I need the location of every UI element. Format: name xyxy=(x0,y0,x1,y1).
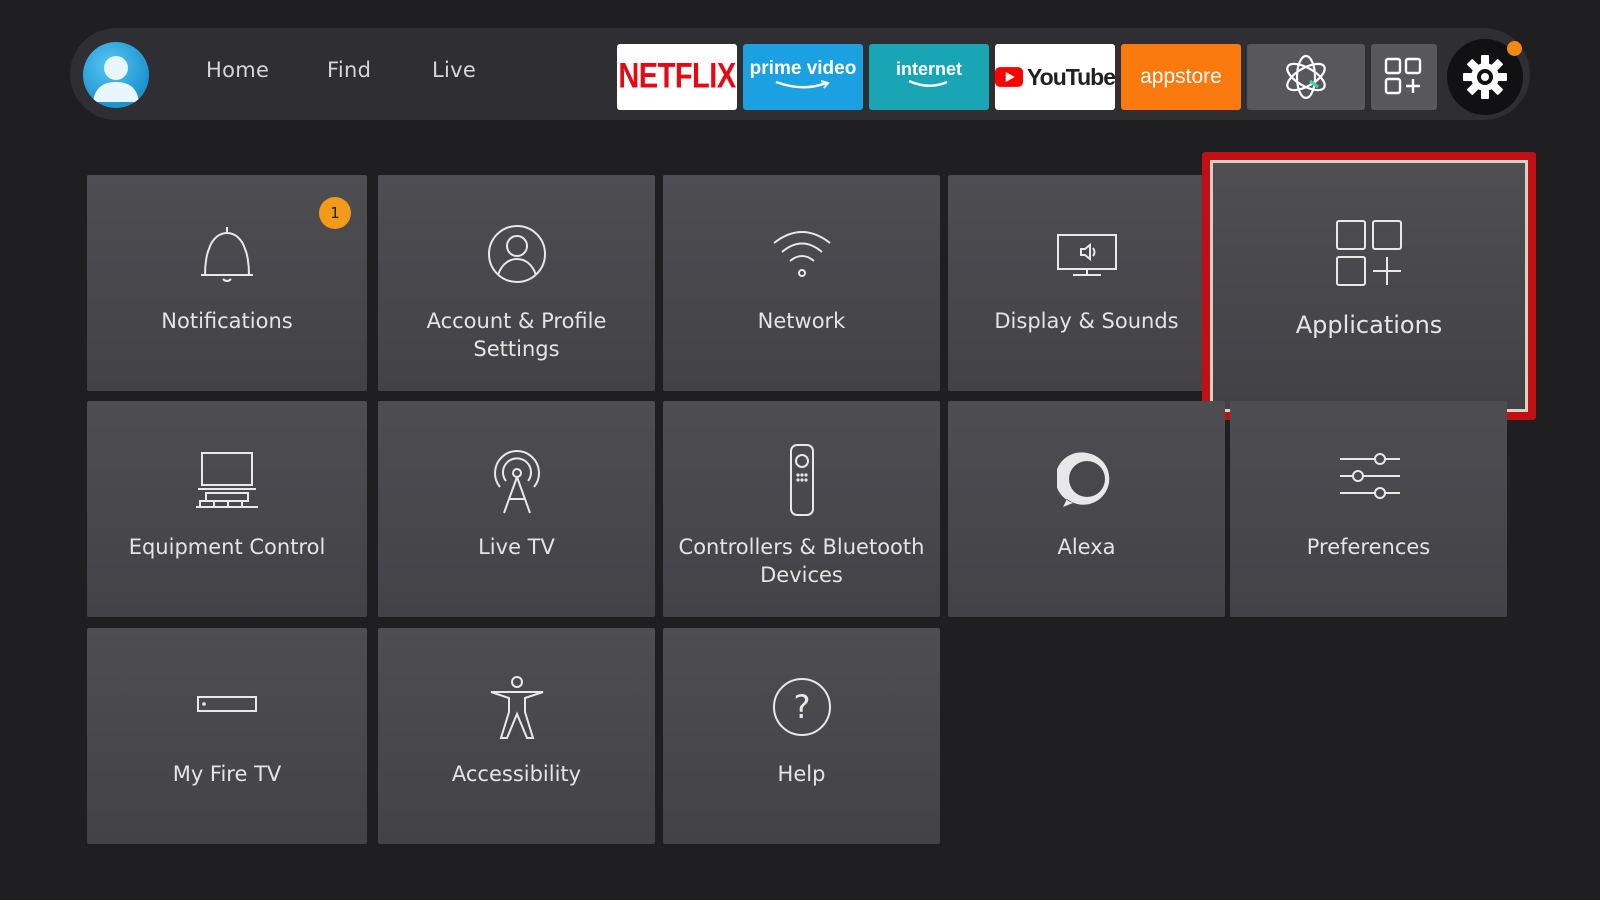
broadcast-antenna-icon xyxy=(493,450,540,514)
user-profile-icon xyxy=(487,225,546,283)
svg-text:?: ? xyxy=(793,688,810,726)
alexa-ring-icon xyxy=(1056,452,1109,507)
apps-grid-icon xyxy=(1384,57,1422,95)
youtube-logo-text: YouTube xyxy=(1027,63,1115,90)
tile-live-tv[interactable]: Live TV xyxy=(378,401,655,617)
tile-alexa[interactable]: Alexa xyxy=(948,401,1225,617)
internet-logo-text: internet xyxy=(895,58,962,79)
nav-live[interactable]: Live xyxy=(432,58,476,82)
add-apps-icon xyxy=(1336,220,1402,286)
all-apps-tile[interactable] xyxy=(1371,44,1437,110)
tv-equipment-icon xyxy=(196,452,258,508)
sliders-icon xyxy=(1339,453,1400,499)
tile-help[interactable]: ? Help xyxy=(663,628,940,844)
display-speaker-icon xyxy=(1056,234,1117,276)
profile-avatar[interactable] xyxy=(83,42,149,108)
settings-notification-dot xyxy=(1507,41,1522,56)
tile-account-profile-settings[interactable]: Account & Profile Settings xyxy=(378,175,655,391)
tile-display-sounds[interactable]: Display & Sounds xyxy=(948,175,1225,391)
netflix-app-tile[interactable]: NETFLIX xyxy=(617,44,737,110)
nav-find[interactable]: Find xyxy=(327,58,371,82)
netflix-logo-text: NETFLIX xyxy=(618,57,736,96)
tile-label: My Fire TV xyxy=(172,762,282,786)
gear-icon xyxy=(1463,55,1507,99)
tile-preferences[interactable]: Preferences xyxy=(1230,401,1507,617)
tile-controllers-bluetooth-devices[interactable]: Controllers & Bluetooth Devices xyxy=(663,401,940,617)
smile-arrow-icon xyxy=(908,79,948,87)
tile-accessibility[interactable]: Accessibility xyxy=(378,628,655,844)
remote-control-icon xyxy=(789,444,814,516)
bell-icon xyxy=(201,227,253,282)
smile-arrow-icon xyxy=(775,80,830,89)
tile-label: Accessibility xyxy=(451,762,582,786)
tile-label: Notifications xyxy=(161,309,293,333)
question-mark-icon: ? xyxy=(772,678,831,736)
tile-label: Controllers & Bluetooth Devices xyxy=(678,535,925,587)
prime-video-logo-text: prime video xyxy=(749,58,857,79)
ai-assistant-app-tile[interactable] xyxy=(1247,44,1365,110)
tile-notifications[interactable]: 1 Notifications xyxy=(87,175,367,391)
user-icon xyxy=(93,56,139,102)
youtube-app-tile[interactable]: YouTube xyxy=(995,44,1115,110)
tile-label: Network xyxy=(757,309,846,333)
tile-label: Preferences xyxy=(1306,535,1431,559)
tile-my-fire-tv[interactable]: My Fire TV xyxy=(87,628,367,844)
appstore-app-tile[interactable]: appstore xyxy=(1121,44,1241,110)
nav-home[interactable]: Home xyxy=(206,58,269,82)
youtube-play-icon xyxy=(995,67,1024,87)
tile-label: Applications xyxy=(1295,311,1443,339)
prime-video-app-tile[interactable]: prime video xyxy=(743,44,863,110)
tile-applications[interactable]: Applications xyxy=(1202,152,1536,420)
tile-label: Help xyxy=(777,762,826,786)
tile-equipment-control[interactable]: Equipment Control xyxy=(87,401,367,617)
tile-label: Display & Sounds xyxy=(994,309,1179,333)
tile-label: Live TV xyxy=(478,535,555,559)
top-navigation-bar: Home Find Live NETFLIX prime video inter… xyxy=(70,28,1530,120)
internet-app-tile[interactable]: internet xyxy=(869,44,989,110)
tile-label: Alexa xyxy=(1057,535,1116,559)
wifi-icon xyxy=(772,231,831,277)
tile-label: Equipment Control xyxy=(128,535,326,559)
ai-knot-icon xyxy=(1286,54,1326,100)
accessibility-person-icon xyxy=(490,676,543,739)
tile-label: Account & Profile Settings xyxy=(426,309,607,361)
appstore-logo-text: appstore xyxy=(1140,65,1222,88)
fire-tv-stick-icon xyxy=(197,696,257,712)
tile-network[interactable]: Network xyxy=(663,175,940,391)
